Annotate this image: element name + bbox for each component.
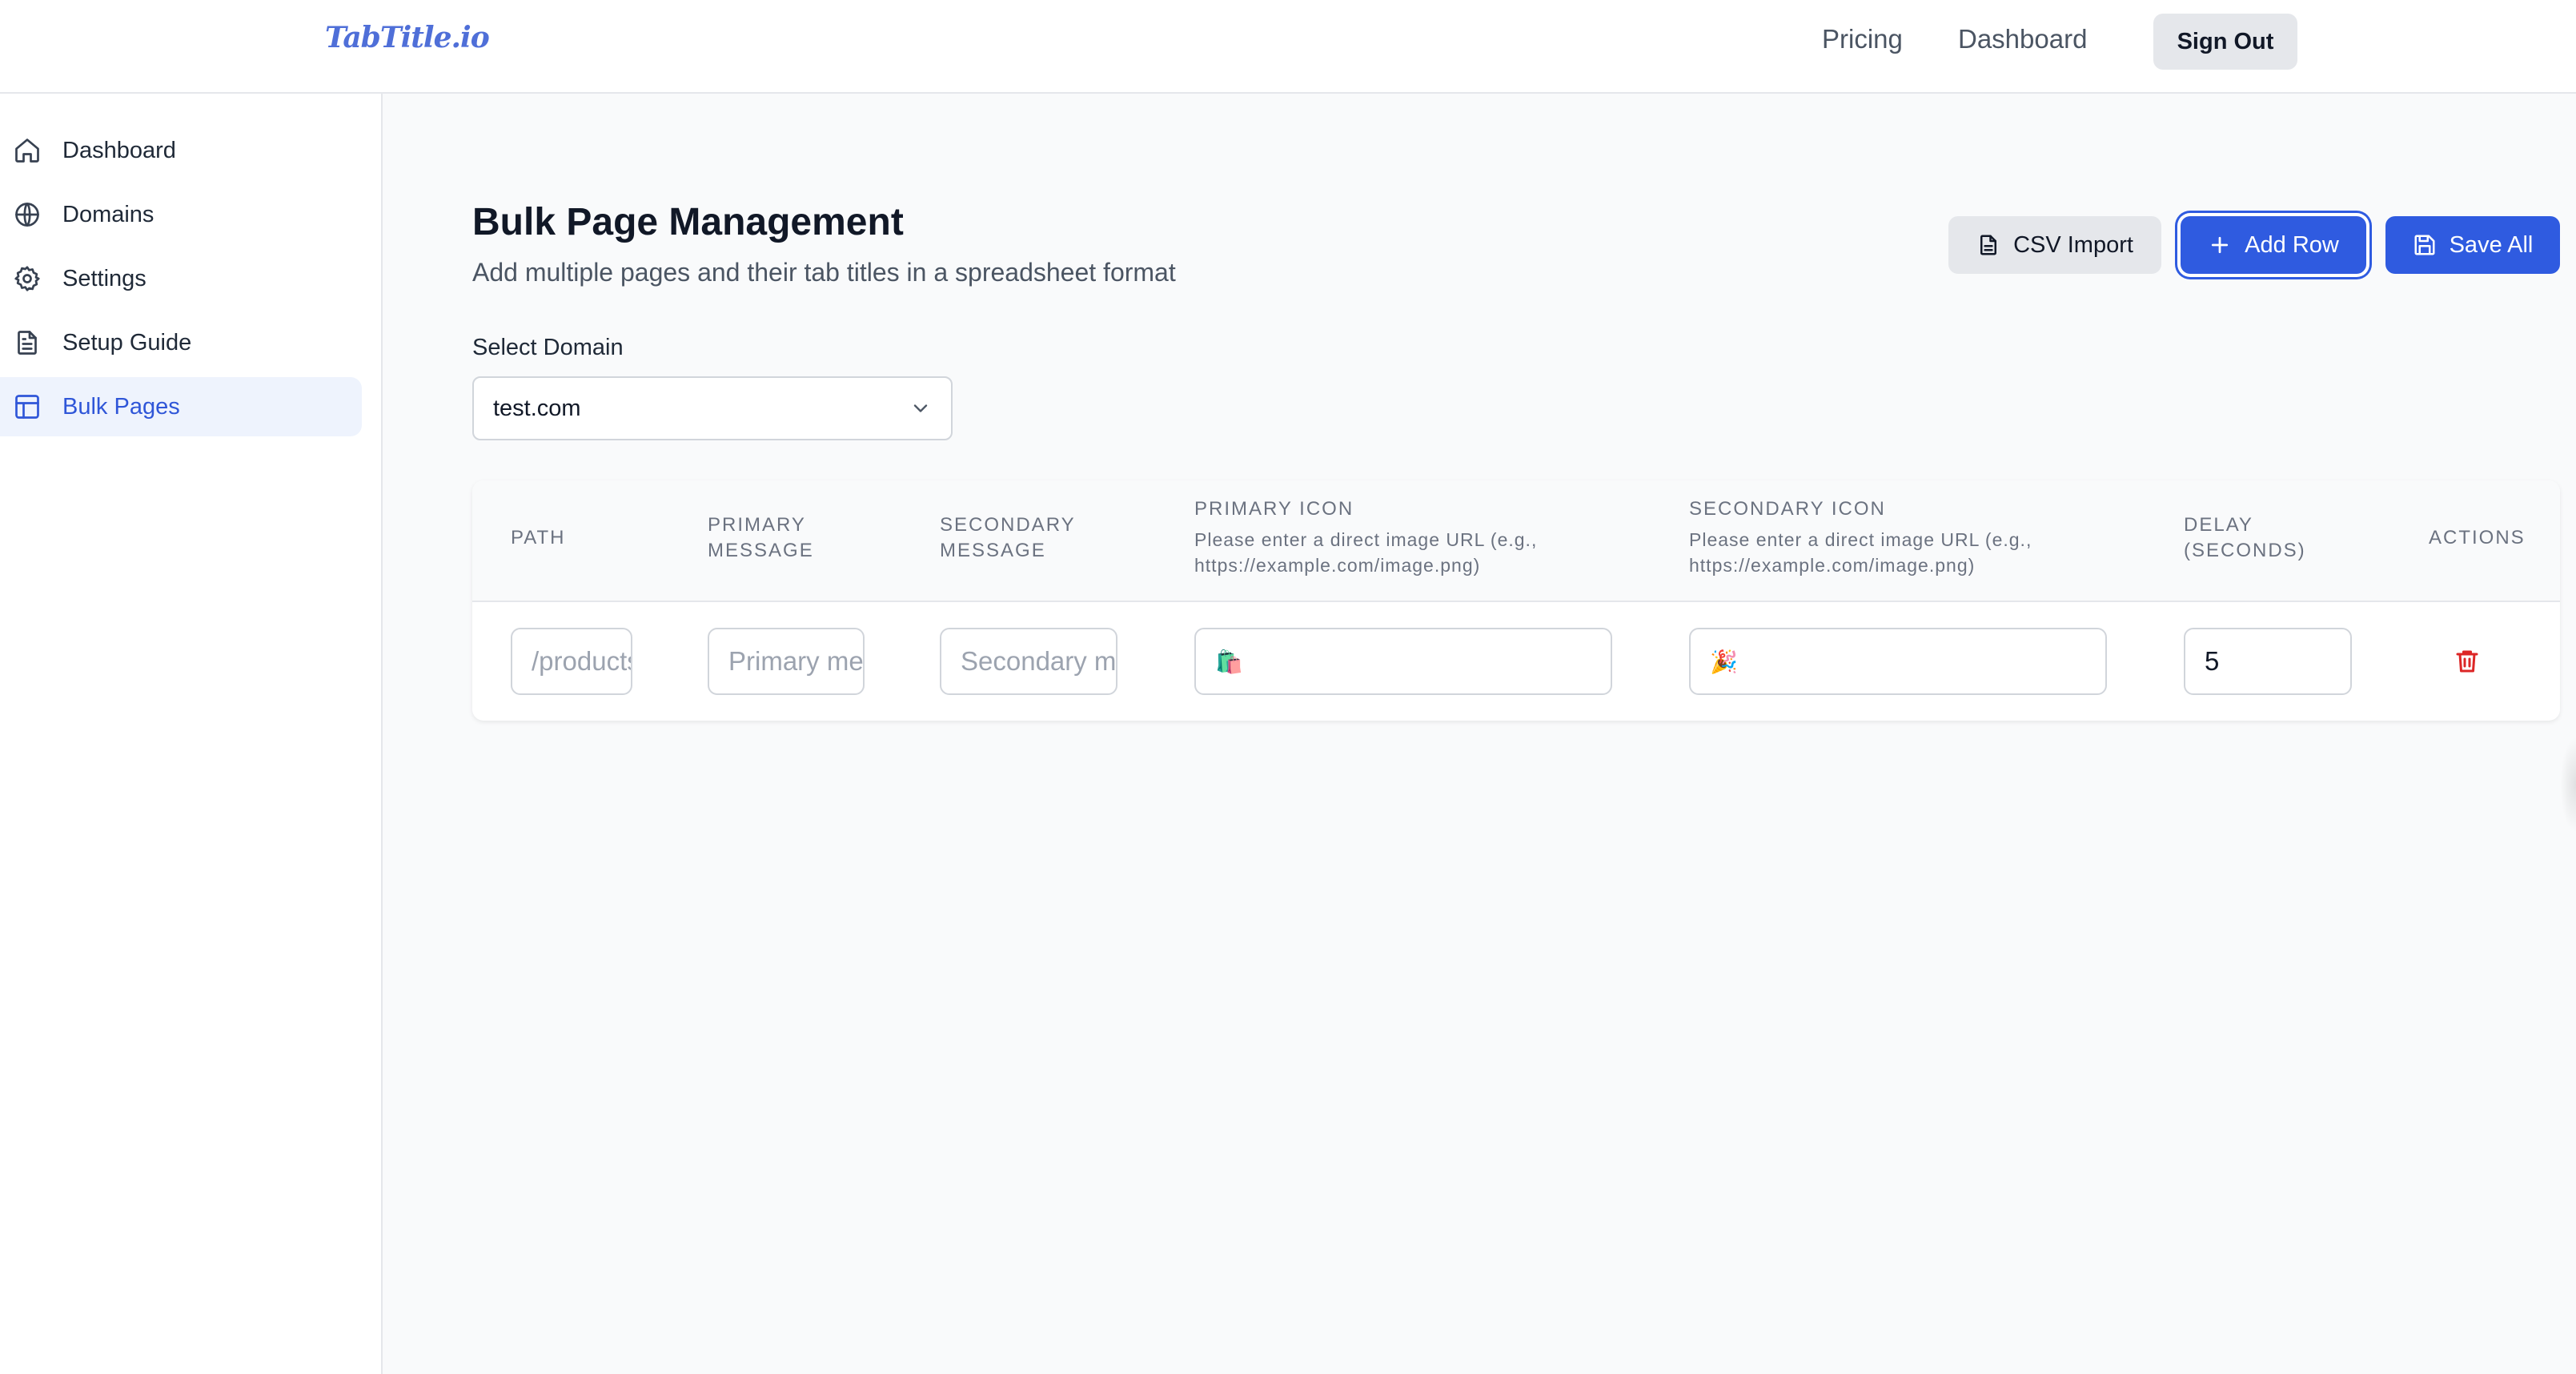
save-icon <box>2414 235 2435 255</box>
add-row-label: Add Row <box>2245 231 2339 258</box>
chevron-down-icon <box>913 404 928 412</box>
primary-message-input[interactable] <box>708 628 865 695</box>
secondary-icon-input[interactable] <box>1689 628 2107 695</box>
column-header-primary-message: PRIMARY MESSAGE <box>708 514 814 561</box>
file-icon <box>1980 235 1997 255</box>
column-header-actions: ACTIONS <box>2429 527 2526 548</box>
sidebar-item-dashboard[interactable]: Dashboard <box>0 121 362 180</box>
page-title: Bulk Page Management <box>472 201 904 243</box>
select-domain-label: Select Domain <box>472 335 624 360</box>
page-subtitle: Add multiple pages and their tab titles … <box>472 258 1176 287</box>
gear-icon <box>13 264 42 293</box>
globe-icon <box>13 200 42 229</box>
save-all-label: Save All <box>2449 231 2534 258</box>
home-icon <box>13 136 42 165</box>
sidebar-item-label: Bulk Pages <box>62 393 180 420</box>
sidebar-item-domains[interactable]: Domains <box>0 185 362 244</box>
sidebar-item-label: Settings <box>62 265 146 291</box>
column-header-secondary-icon: SECONDARY ICON Please enter a direct ima… <box>1689 496 2137 578</box>
column-header-path: PATH <box>511 527 566 548</box>
sidebar-item-settings[interactable]: Settings <box>0 249 362 308</box>
sidebar-item-bulk-pages[interactable]: Bulk Pages <box>0 377 362 436</box>
domain-select[interactable]: test.com <box>472 376 953 440</box>
add-row-button[interactable]: Add Row <box>2181 216 2366 274</box>
domain-select-value: test.com <box>493 395 581 421</box>
trash-icon[interactable] <box>2453 647 2482 676</box>
table-icon <box>13 392 42 421</box>
sidebar-item-label: Dashboard <box>62 137 176 163</box>
logo[interactable]: TabTitle.io <box>325 21 490 54</box>
save-all-button[interactable]: Save All <box>2385 216 2560 274</box>
column-header-secondary-icon-label: SECONDARY ICON <box>1689 498 1886 520</box>
sidebar-item-label: Setup Guide <box>62 329 192 356</box>
plus-icon <box>2212 236 2229 254</box>
path-input[interactable] <box>511 628 632 695</box>
sidebar-item-setup-guide[interactable]: Setup Guide <box>0 313 362 372</box>
column-header-delay: DELAY (SECONDS) <box>2184 514 2306 561</box>
table-header: PATH PRIMARY MESSAGE SECONDARY MESSAGE P… <box>472 480 2560 602</box>
column-header-secondary-message: SECONDARY MESSAGE <box>940 514 1076 561</box>
document-icon <box>13 328 42 357</box>
primary-icon-hint: Please enter a direct image URL (e.g., h… <box>1194 529 1538 576</box>
sidebar-item-label: Domains <box>62 201 154 227</box>
csv-import-label: CSV Import <box>2013 231 2133 258</box>
top-bar: TabTitle.io Pricing Dashboard Sign Out <box>0 0 2576 94</box>
nav-link-pricing[interactable]: Pricing <box>1822 24 1903 54</box>
sign-out-button[interactable]: Sign Out <box>2153 14 2297 70</box>
sidebar: Dashboard Domains Settings Setup Guide B… <box>0 94 383 1374</box>
column-header-primary-icon-label: PRIMARY ICON <box>1194 498 1354 520</box>
delay-input[interactable] <box>2184 628 2352 695</box>
scroll-edge-shadow <box>2560 737 2576 833</box>
column-header-primary-icon: PRIMARY ICON Please enter a direct image… <box>1194 496 1643 578</box>
bulk-pages-table: PATH PRIMARY MESSAGE SECONDARY MESSAGE P… <box>472 480 2560 721</box>
csv-import-button[interactable]: CSV Import <box>1948 216 2161 274</box>
secondary-icon-hint: Please enter a direct image URL (e.g., h… <box>1689 529 2032 576</box>
primary-icon-input[interactable] <box>1194 628 1612 695</box>
secondary-message-input[interactable] <box>940 628 1117 695</box>
nav-link-dashboard[interactable]: Dashboard <box>1958 24 2087 54</box>
